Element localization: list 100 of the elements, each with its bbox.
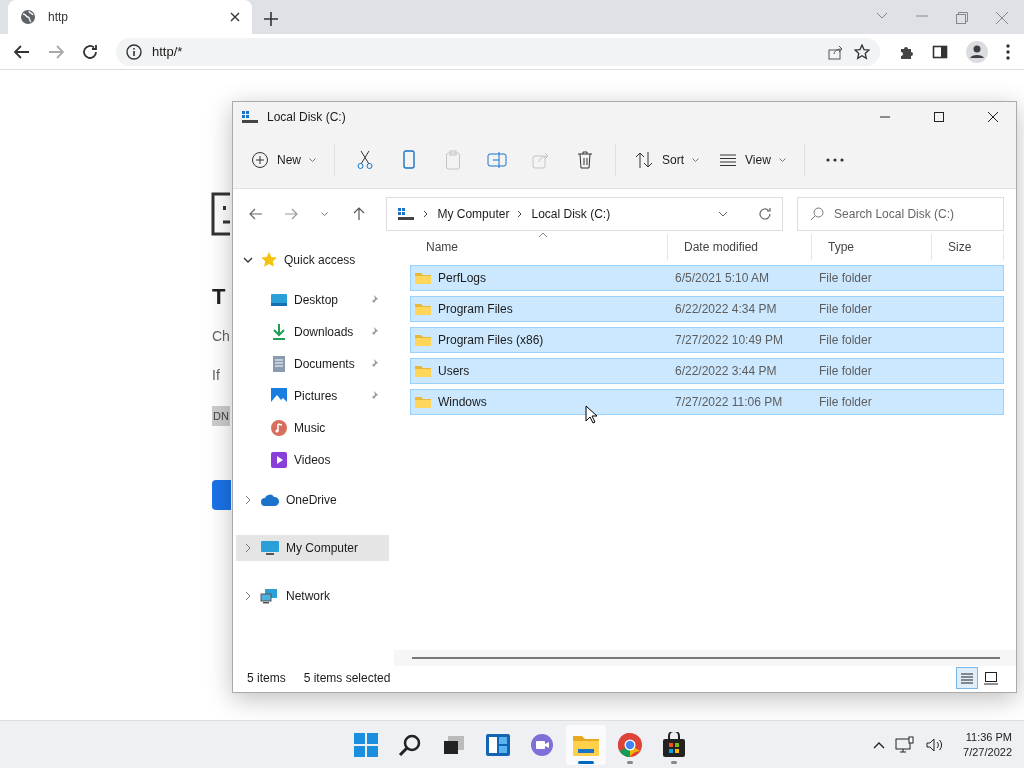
chevron-right-icon — [423, 210, 430, 218]
nav-item[interactable]: Quick access — [236, 247, 389, 273]
video-icon — [270, 451, 288, 469]
back-arrow-icon — [14, 44, 30, 59]
plus-icon — [251, 151, 269, 169]
nav-item[interactable]: Music — [236, 415, 389, 441]
view-button[interactable]: View — [711, 143, 794, 177]
address-field[interactable]: My Computer Local Disk (C:) — [386, 197, 784, 231]
nav-item[interactable]: Videos — [236, 447, 389, 473]
sort-icon — [634, 151, 654, 169]
share-icon — [828, 43, 844, 60]
type-cell: File folder — [819, 395, 872, 409]
type-cell: File folder — [819, 302, 872, 316]
file-name: Program Files — [438, 302, 513, 316]
restore-icon — [956, 12, 968, 24]
side-panel-icon — [932, 43, 948, 60]
share-icon — [532, 151, 550, 169]
column-header[interactable]: Type — [812, 234, 932, 260]
nav-item[interactable]: OneDrive — [236, 487, 389, 513]
page-text: Ch — [212, 328, 230, 344]
sort-caret-icon — [538, 232, 548, 238]
breadcrumb[interactable]: Local Disk (C:) — [531, 207, 611, 221]
type-cell: File folder — [819, 271, 872, 285]
file-row[interactable]: Users 6/22/2022 3:44 PM File folder — [410, 358, 1004, 384]
chevron-right-icon — [245, 543, 251, 553]
network-icon — [260, 588, 280, 604]
file-name: Windows — [438, 395, 487, 409]
caret-icon — [692, 157, 700, 163]
file-name: Program Files (x86) — [438, 333, 544, 347]
nav-item[interactable]: Network — [236, 583, 389, 609]
cloud-icon — [260, 493, 280, 507]
paste-icon — [445, 150, 461, 170]
folder-icon — [414, 364, 432, 378]
file-row[interactable]: Windows 7/27/2022 11:06 PM File folder — [410, 389, 1004, 415]
search-icon — [398, 732, 422, 757]
column-header[interactable]: Size — [932, 234, 1004, 260]
nav-item[interactable]: Desktop — [236, 287, 389, 313]
close-icon — [996, 12, 1008, 24]
caret-icon — [778, 157, 786, 163]
nav-item[interactable]: My Computer — [236, 535, 389, 561]
picture-icon — [270, 387, 288, 405]
close-icon — [988, 112, 998, 122]
file-row[interactable]: Program Files 6/22/2022 4:34 PM File folder — [410, 296, 1004, 322]
chevron-right-icon — [517, 210, 524, 218]
file-row[interactable]: Program Files (x86) 7/27/2022 10:49 PM File folder — [410, 327, 1004, 353]
chevron-right-icon — [245, 591, 251, 601]
sort-button[interactable]: Sort — [626, 143, 708, 177]
new-button[interactable]: New — [243, 143, 324, 177]
scrollbar-thumb[interactable] — [412, 657, 1000, 659]
address-bar[interactable]: http/* — [116, 37, 880, 66]
search-icon — [810, 207, 825, 221]
drive-icon — [241, 110, 259, 124]
music-icon — [270, 419, 288, 437]
chevron-right-icon — [245, 495, 251, 505]
chevron-down-icon — [718, 211, 729, 217]
clock-time[interactable]: 11:36 PM — [965, 731, 1012, 743]
forward-arrow-icon — [283, 208, 298, 220]
preview-icon — [984, 671, 998, 685]
list-icon — [719, 153, 738, 167]
breadcrumb[interactable]: My Computer — [437, 207, 510, 221]
type-cell: File folder — [819, 364, 872, 378]
trash-icon — [576, 150, 594, 170]
rename-icon — [487, 151, 507, 169]
desktop-icon — [270, 292, 288, 308]
video-chat-icon — [529, 732, 555, 757]
search-input[interactable]: Search Local Disk (C:) — [832, 206, 992, 222]
drive-icon — [397, 207, 416, 221]
download-icon — [270, 323, 288, 341]
column-header[interactable]: Name — [410, 234, 668, 260]
page-text: If — [212, 367, 220, 383]
file-name: PerfLogs — [438, 271, 487, 285]
folder-icon — [414, 333, 432, 347]
caret-icon — [309, 157, 316, 163]
clock-date[interactable]: 7/27/2022 — [963, 746, 1012, 758]
search-field[interactable]: Search Local Disk (C:) — [797, 197, 1005, 231]
details-icon — [960, 672, 974, 684]
back-arrow-icon — [249, 208, 264, 220]
nav-item[interactable]: Downloads — [236, 319, 389, 345]
shopping-bag-icon — [662, 731, 686, 758]
minimize-icon — [880, 116, 890, 118]
chevron-up-icon — [873, 740, 886, 749]
start-icon — [353, 731, 379, 758]
browser-icon — [617, 731, 643, 758]
item-count: 5 items — [247, 671, 286, 685]
menu-icon — [1006, 43, 1010, 60]
plus-icon — [264, 12, 278, 26]
more-icon — [824, 157, 845, 163]
computer-icon — [260, 540, 280, 556]
browser-tab[interactable]: http — [8, 0, 252, 34]
file-row[interactable]: PerfLogs 6/5/2021 5:10 AM File folder — [410, 265, 1004, 291]
folder-icon — [414, 302, 432, 316]
sad-page-icon — [211, 192, 230, 236]
chevron-down-icon — [243, 257, 253, 263]
nav-item[interactable]: Pictures — [236, 383, 389, 409]
info-icon — [126, 43, 142, 60]
nav-item[interactable]: Documents — [236, 351, 389, 377]
tab-title: http — [48, 10, 69, 24]
column-header[interactable]: Date modified — [668, 234, 812, 260]
windows-stack-icon — [442, 733, 466, 756]
reload-icon — [82, 43, 98, 60]
